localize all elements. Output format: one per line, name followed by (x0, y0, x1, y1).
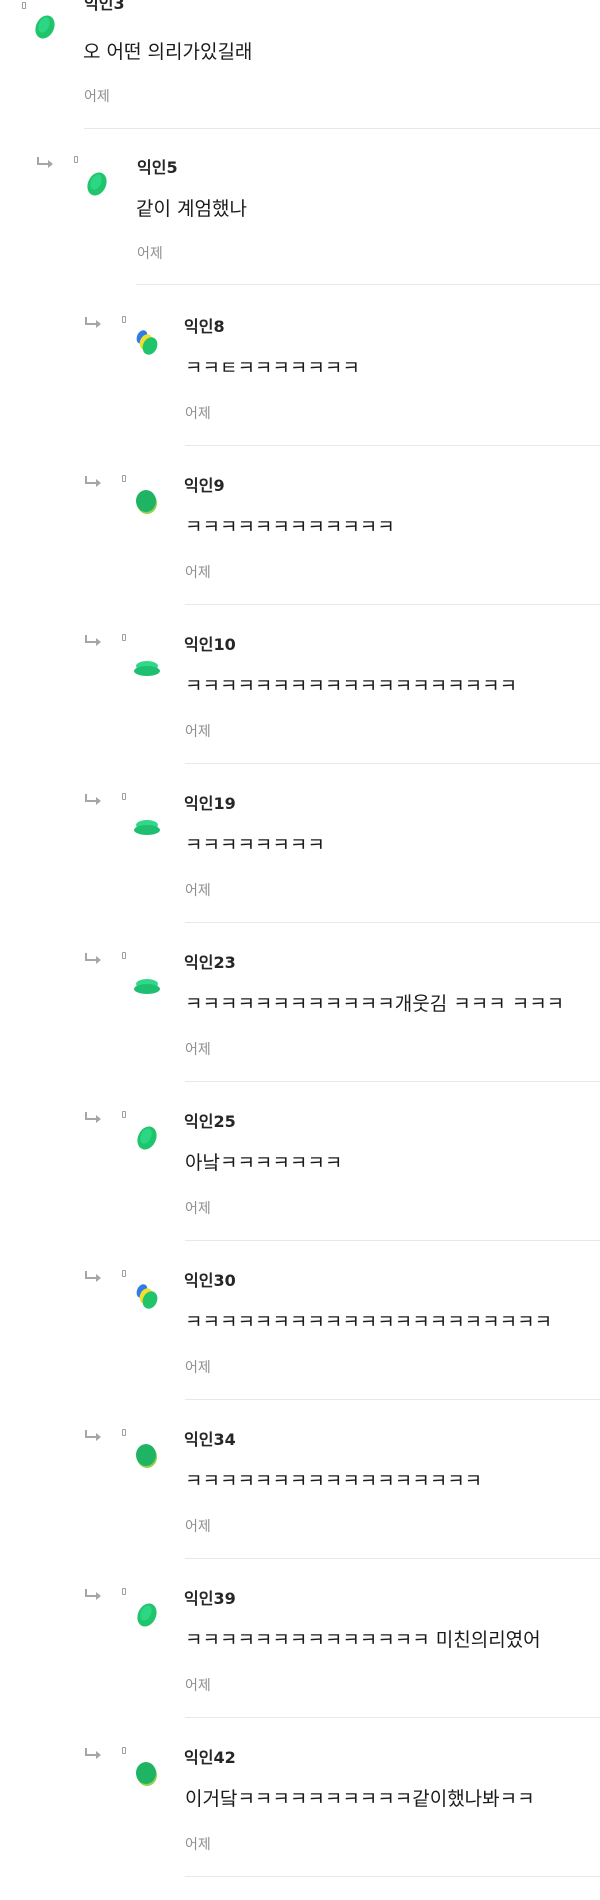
comment-text: 이거닼ㅋㅋㅋㅋㅋㅋㅋㅋㅋㅋ같이했나봐ㅋㅋ (185, 1788, 535, 1810)
comment-text: ㅋㅋㅋㅋㅋㅋㅋㅋㅋㅋㅋㅋ (185, 516, 395, 538)
comment-item-3: 익인8 ㅋㅋㅌㅋㅋㅋㅋㅋㅋㅋ 어제 (0, 306, 600, 465)
divider (185, 1081, 600, 1082)
comment-item-2: 익인5 같이 계엄했나 어제 (0, 146, 600, 305)
comment-item-8: 익인25 아낰ㅋㅋㅋㅋㅋㅋㅋ 어제 (0, 1101, 600, 1260)
divider (185, 1240, 600, 1241)
mini-badge-icon (122, 1111, 126, 1118)
timestamp: 어제 (185, 1678, 211, 1694)
divider (185, 1399, 600, 1400)
stacked-green-avatar-icon (133, 487, 161, 517)
timestamp: 어제 (84, 89, 110, 105)
nickname[interactable]: 익인8 (184, 317, 225, 337)
nickname[interactable]: 익인9 (184, 476, 225, 496)
mini-badge-icon (122, 316, 126, 323)
mini-badge-icon (122, 1429, 126, 1436)
mini-badge-icon (74, 156, 78, 163)
divider (185, 1876, 600, 1877)
nickname[interactable]: 익인3 (84, 0, 125, 14)
comment-text: ㅋㅋㅌㅋㅋㅋㅋㅋㅋㅋ (185, 357, 360, 379)
reply-arrow-icon (84, 1747, 102, 1761)
green-disc-avatar-icon (31, 12, 59, 42)
reply-arrow-icon (84, 793, 102, 807)
stacked-green-avatar-icon (133, 1441, 161, 1471)
reply-arrow-icon (84, 1111, 102, 1125)
divider (136, 284, 600, 285)
divider (84, 128, 600, 129)
mini-badge-icon (22, 2, 26, 9)
timestamp: 어제 (185, 565, 211, 581)
reply-arrow-icon (84, 475, 102, 489)
divider (185, 604, 600, 605)
comment-item-11: 익인39 ㅋㅋㅋㅋㅋㅋㅋㅋㅋㅋㅋㅋㅋㅋ 미친의리였어 어제 (0, 1578, 600, 1737)
mini-badge-icon (122, 634, 126, 641)
flat-green-avatar-icon (133, 970, 161, 1000)
timestamp: 어제 (185, 1837, 211, 1853)
comment-item-6: 익인19 ㅋㅋㅋㅋㅋㅋㅋㅋ 어제 (0, 783, 600, 942)
multicolor-disc-avatar-icon (132, 1281, 160, 1311)
nickname[interactable]: 익인23 (184, 953, 236, 973)
reply-arrow-icon (84, 952, 102, 966)
multicolor-disc-avatar-icon (132, 327, 160, 357)
nickname[interactable]: 익인34 (184, 1430, 236, 1450)
comment-item-5: 익인10 ㅋㅋㅋㅋㅋㅋㅋㅋㅋㅋㅋㅋㅋㅋㅋㅋㅋㅋㅋ 어제 (0, 624, 600, 783)
comment-item-12: 익인42 이거닼ㅋㅋㅋㅋㅋㅋㅋㅋㅋㅋ같이했나봐ㅋㅋ 어제 (0, 1737, 600, 1896)
timestamp: 어제 (185, 1201, 211, 1217)
comment-text: 아낰ㅋㅋㅋㅋㅋㅋㅋ (185, 1152, 343, 1174)
mini-badge-icon (122, 1270, 126, 1277)
nickname[interactable]: 익인30 (184, 1271, 236, 1291)
reply-arrow-icon (84, 316, 102, 330)
comment-item-1: 익인3 오 어떤 의리가있길래 어제 (0, 0, 600, 159)
timestamp: 어제 (137, 246, 163, 262)
nickname[interactable]: 익인25 (184, 1112, 236, 1132)
comment-text: ㅋㅋㅋㅋㅋㅋㅋㅋㅋㅋㅋㅋㅋㅋㅋㅋㅋ (185, 1470, 483, 1492)
comment-text: ㅋㅋㅋㅋㅋㅋㅋㅋㅋㅋㅋㅋ개웃김 ㅋㅋㅋ ㅋㅋㅋ (185, 993, 565, 1015)
green-disc-avatar-icon (133, 1123, 161, 1153)
nickname[interactable]: 익인5 (137, 158, 178, 178)
reply-arrow-icon (84, 1270, 102, 1284)
reply-arrow-icon (84, 1588, 102, 1602)
green-disc-avatar-icon (83, 169, 111, 199)
timestamp: 어제 (185, 1360, 211, 1376)
divider (185, 763, 600, 764)
mini-badge-icon (122, 952, 126, 959)
divider (185, 1558, 600, 1559)
comment-text: 같이 계엄했나 (136, 198, 247, 220)
comment-item-7: 익인23 ㅋㅋㅋㅋㅋㅋㅋㅋㅋㅋㅋㅋ개웃김 ㅋㅋㅋ ㅋㅋㅋ 어제 (0, 942, 600, 1101)
comment-thread: 익인3 오 어떤 의리가있길래 어제 익인5 같이 계엄했나 어제 익인8 ㅋㅋ… (0, 0, 600, 1900)
comment-text: ㅋㅋㅋㅋㅋㅋㅋㅋ (185, 834, 325, 856)
timestamp: 어제 (185, 724, 211, 740)
comment-text: ㅋㅋㅋㅋㅋㅋㅋㅋㅋㅋㅋㅋㅋㅋㅋㅋㅋㅋㅋㅋㅋ (185, 1311, 553, 1333)
timestamp: 어제 (185, 406, 211, 422)
flat-green-avatar-icon (133, 652, 161, 682)
divider (185, 1717, 600, 1718)
reply-arrow-icon (36, 156, 54, 170)
comment-text: ㅋㅋㅋㅋㅋㅋㅋㅋㅋㅋㅋㅋㅋㅋ 미친의리였어 (185, 1629, 541, 1651)
timestamp: 어제 (185, 883, 211, 899)
comment-text: ㅋㅋㅋㅋㅋㅋㅋㅋㅋㅋㅋㅋㅋㅋㅋㅋㅋㅋㅋ (185, 675, 518, 697)
stacked-green-avatar-icon (133, 1759, 161, 1789)
mini-badge-icon (122, 475, 126, 482)
comment-item-9: 익인30 ㅋㅋㅋㅋㅋㅋㅋㅋㅋㅋㅋㅋㅋㅋㅋㅋㅋㅋㅋㅋㅋ 어제 (0, 1260, 600, 1419)
mini-badge-icon (122, 793, 126, 800)
nickname[interactable]: 익인19 (184, 794, 236, 814)
comment-item-4: 익인9 ㅋㅋㅋㅋㅋㅋㅋㅋㅋㅋㅋㅋ 어제 (0, 465, 600, 624)
divider (185, 445, 600, 446)
reply-arrow-icon (84, 1429, 102, 1443)
green-disc-avatar-icon (133, 1600, 161, 1630)
nickname[interactable]: 익인10 (184, 635, 236, 655)
divider (185, 922, 600, 923)
flat-green-avatar-icon (133, 811, 161, 841)
mini-badge-icon (122, 1588, 126, 1595)
timestamp: 어제 (185, 1519, 211, 1535)
nickname[interactable]: 익인39 (184, 1589, 236, 1609)
mini-badge-icon (122, 1747, 126, 1754)
nickname[interactable]: 익인42 (184, 1748, 236, 1768)
comment-item-10: 익인34 ㅋㅋㅋㅋㅋㅋㅋㅋㅋㅋㅋㅋㅋㅋㅋㅋㅋ 어제 (0, 1419, 600, 1578)
reply-arrow-icon (84, 634, 102, 648)
timestamp: 어제 (185, 1042, 211, 1058)
comment-text: 오 어떤 의리가있길래 (83, 41, 253, 63)
